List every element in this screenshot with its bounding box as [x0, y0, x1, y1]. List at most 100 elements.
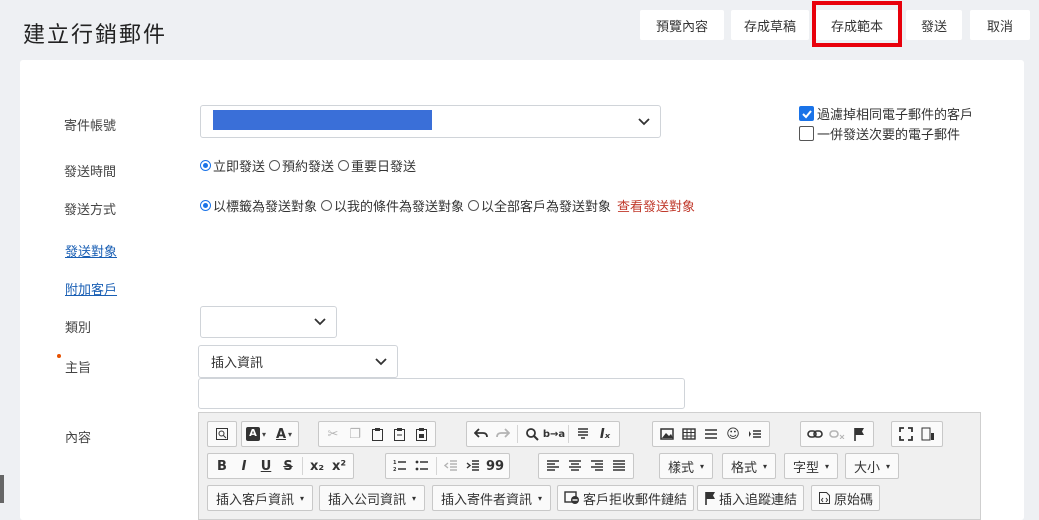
link-icon[interactable] [804, 423, 826, 445]
add-customer-link[interactable]: 附加客戶 [65, 279, 117, 298]
preview-button[interactable]: 預覽內容 [640, 10, 724, 40]
send-method-radio-group: 以標籤為發送對象 以我的條件為發送對象 以全部客戶為發送對象 查看發送對象 [200, 196, 695, 215]
insert-customer-info-dropdown[interactable]: 插入客戶資訊 ▾ [207, 485, 314, 511]
maximize-icon[interactable] [895, 423, 917, 445]
cut-icon[interactable]: ✂ [322, 423, 344, 445]
align-center-icon[interactable] [564, 455, 586, 477]
format-dropdown[interactable]: 格式 ▾ [722, 453, 777, 479]
toolbar-group-history: b→a Iₓ [466, 421, 620, 447]
align-justify-icon[interactable] [608, 455, 630, 477]
insert-sender-info-dropdown[interactable]: 插入寄件者資訊 ▾ [432, 485, 552, 511]
toolbar-separator [517, 425, 518, 443]
radio-button[interactable] [321, 200, 333, 211]
toolbar-separator [568, 425, 569, 443]
radio-button[interactable] [200, 160, 211, 171]
format-dropdown-label: 格式 [731, 460, 758, 476]
paste-word-icon[interactable] [410, 423, 432, 445]
outdent-icon[interactable] [440, 455, 462, 477]
required-marker [57, 354, 61, 358]
sender-select[interactable] [200, 105, 661, 138]
unsubscribe-link-button[interactable]: 客戶拒收郵件鏈結 [557, 485, 695, 511]
send-time-label: 發送時間 [64, 165, 117, 180]
underline-icon[interactable]: U [255, 455, 277, 477]
unlink-icon[interactable] [826, 423, 848, 445]
align-right-icon[interactable] [586, 455, 608, 477]
send-method-option-all[interactable]: 以全部客戶為發送對象 [468, 196, 611, 215]
size-dropdown[interactable]: 大小 ▾ [845, 453, 900, 479]
bullet-list-icon[interactable] [411, 455, 433, 477]
radio-button[interactable] [468, 200, 480, 211]
save-draft-button[interactable]: 存成草稿 [731, 10, 809, 40]
text-color-icon[interactable]: A ▾ [273, 423, 295, 445]
italic-icon[interactable]: I [233, 455, 255, 477]
insert-info-select[interactable]: 插入資訊 [198, 345, 398, 378]
subscript-icon[interactable]: x₂ [306, 455, 328, 477]
radio-button[interactable] [200, 200, 211, 211]
send-method-option-tag[interactable]: 以標籤為發送對象 [200, 196, 317, 215]
filter-duplicate-option[interactable]: 過濾掉相同電子郵件的客戶 [799, 104, 973, 123]
background-color-icon[interactable]: A ▾ [245, 423, 267, 445]
category-select[interactable] [200, 306, 337, 338]
source-code-label: 原始碼 [834, 492, 874, 508]
bold-icon[interactable]: B [211, 455, 233, 477]
find-icon[interactable] [521, 423, 543, 445]
toolbar-group-align [538, 453, 634, 479]
checkmark-icon [802, 110, 812, 119]
superscript-icon[interactable]: x² [328, 455, 350, 477]
category-label: 類別 [65, 321, 92, 336]
select-all-icon[interactable] [572, 423, 594, 445]
font-dropdown[interactable]: 字型 ▾ [784, 453, 839, 479]
sender-label: 寄件帳號 [64, 119, 117, 134]
anchor-flag-icon[interactable] [848, 423, 870, 445]
send-secondary-checkbox[interactable] [799, 126, 814, 141]
subject-input[interactable] [198, 378, 685, 409]
styles-dropdown[interactable]: 樣式 ▾ [659, 453, 714, 479]
left-edge-strip [0, 475, 4, 503]
send-time-option-important-date[interactable]: 重要日發送 [338, 156, 416, 175]
smiley-icon[interactable]: ☺ [722, 423, 744, 445]
indent-icon[interactable] [462, 455, 484, 477]
send-secondary-label: 一併發送次要的電子郵件 [817, 128, 961, 143]
paste-text-icon[interactable] [388, 423, 410, 445]
send-method-option-label: 以全部客戶為發送對象 [481, 200, 612, 215]
toolbar-group-paragraph: 12 99 [385, 453, 510, 479]
insert-list-icon[interactable] [744, 423, 766, 445]
table-icon[interactable] [678, 423, 700, 445]
sender-redaction [213, 110, 432, 130]
show-blocks-icon[interactable] [917, 423, 939, 445]
content-label: 內容 [65, 431, 92, 446]
view-targets-link[interactable]: 查看發送對象 [617, 196, 695, 215]
save-template-button[interactable]: 存成範本 [816, 10, 898, 40]
send-method-option-condition[interactable]: 以我的條件為發送對象 [321, 196, 464, 215]
preview-icon[interactable] [211, 423, 233, 445]
insert-tracking-link-button[interactable]: 插入追蹤連結 [697, 485, 805, 511]
send-targets-link[interactable]: 發送對象 [65, 241, 117, 260]
radio-button[interactable] [338, 160, 350, 171]
page-title: 建立行銷郵件 [23, 23, 168, 48]
send-method-option-label: 以我的條件為發送對象 [334, 200, 465, 215]
blockquote-icon[interactable]: 99 [484, 455, 506, 477]
replace-icon[interactable]: b→a [543, 423, 565, 445]
radio-button[interactable] [269, 160, 281, 171]
rich-text-editor[interactable]: A ▾ A ▾ ✂ ❐ b→a Iₓ ☺ B I U S x₂ x² 1 2 9… [198, 412, 981, 520]
send-time-option-now[interactable]: 立即發送 [200, 156, 265, 175]
remove-format-icon[interactable]: Iₓ [594, 423, 616, 445]
filter-duplicate-checkbox[interactable] [799, 106, 814, 121]
insert-company-info-dropdown[interactable]: 插入公司資訊 ▾ [319, 485, 426, 511]
image-icon[interactable] [656, 423, 678, 445]
copy-icon[interactable]: ❐ [344, 423, 366, 445]
cancel-button[interactable]: 取消 [970, 10, 1030, 40]
send-time-radio-group: 立即發送 預約發送 重要日發送 [200, 156, 420, 175]
send-time-option-scheduled[interactable]: 預約發送 [269, 156, 334, 175]
horizontal-rule-icon[interactable] [700, 423, 722, 445]
send-secondary-option[interactable]: 一併發送次要的電子郵件 [799, 124, 960, 143]
source-code-button[interactable]: 原始碼 [811, 485, 881, 511]
numbered-list-icon[interactable]: 12 [389, 455, 411, 477]
undo-icon[interactable] [470, 423, 492, 445]
align-left-icon[interactable] [542, 455, 564, 477]
paste-icon[interactable] [366, 423, 388, 445]
send-button[interactable]: 發送 [906, 10, 962, 40]
flag-icon [705, 492, 715, 505]
redo-icon[interactable] [492, 423, 514, 445]
strikethrough-icon[interactable]: S [277, 455, 299, 477]
